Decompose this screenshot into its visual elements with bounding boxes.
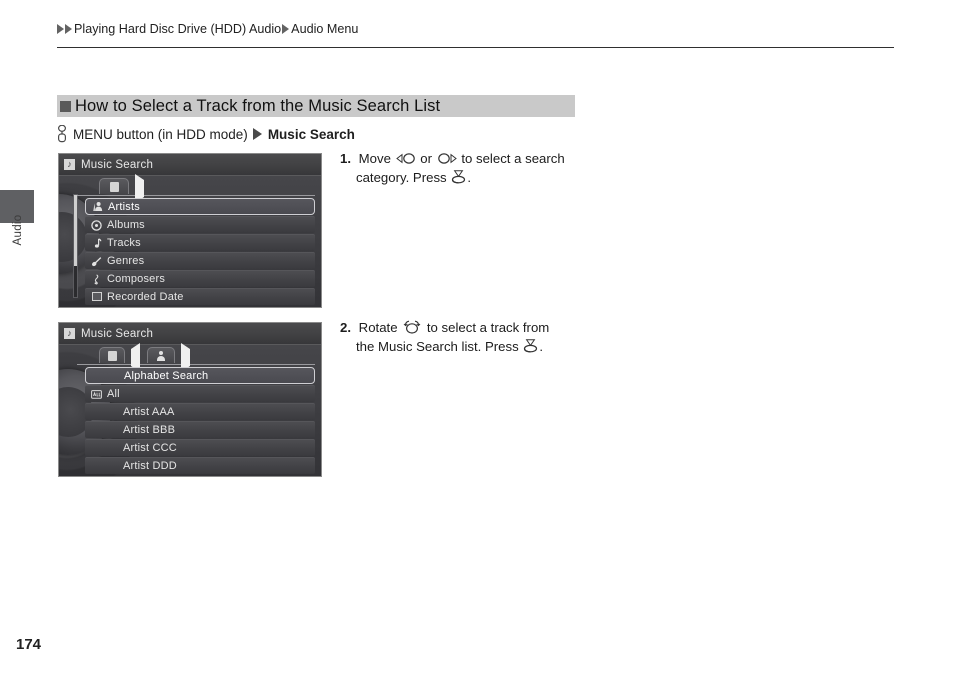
music-note-icon: ♪ [64, 159, 75, 170]
list-item[interactable]: Tracks [85, 234, 315, 251]
breadcrumb-item-1: Audio Menu [291, 22, 359, 36]
list-item-label: Artist AAA [123, 406, 175, 418]
list-item-label: Composers [107, 273, 166, 285]
list-item-label: Artists [108, 200, 140, 213]
enter-knob-icon [524, 339, 538, 353]
tab-artists[interactable] [147, 347, 175, 363]
list-item[interactable]: Recorded Date [85, 288, 315, 305]
all-icon [91, 389, 102, 400]
scrollbar[interactable] [73, 194, 78, 298]
list-item-label: Alphabet Search [124, 369, 209, 382]
section-heading-bar: How to Select a Track from the Music Sea… [57, 95, 575, 117]
music-note-icon [91, 237, 102, 249]
list-item[interactable]: Genres [85, 252, 315, 269]
step-text: to select a search [461, 151, 565, 166]
list-item[interactable]: All [85, 385, 315, 402]
list-item[interactable]: Composers [85, 270, 315, 287]
arrow-right-icon[interactable] [135, 174, 144, 203]
breadcrumb-item-0: Playing Hard Disc Drive (HDD) Audio [74, 22, 282, 36]
list-item[interactable]: Artist DDD [85, 457, 315, 474]
menu-button-icon [57, 125, 67, 143]
list-item-label: Artist BBB [123, 424, 176, 436]
list-item[interactable]: Artists [85, 198, 315, 215]
step-text: . [467, 170, 471, 185]
chevron-right-icon [282, 24, 290, 34]
list-item[interactable]: Albums [85, 216, 315, 233]
list-item-label: Recorded Date [107, 291, 184, 303]
instruction-step-1: 1. Move or to select a search category. … [340, 149, 590, 187]
clef-icon [91, 273, 102, 285]
page-title: How to Select a Track from the Music Sea… [75, 96, 441, 115]
list-item-label: Tracks [107, 237, 141, 249]
screen-titlebar: ♪ Music Search [59, 154, 321, 176]
left-joystick-icon [395, 153, 415, 164]
list-item-label: Artist DDD [123, 460, 177, 472]
list-item[interactable]: Alphabet Search [85, 367, 315, 384]
step-text: or [420, 151, 432, 166]
list-categories: Artists Albums Tracks Genres Composers R… [85, 198, 315, 306]
source-icon [107, 350, 117, 361]
nav-path: MENU button (in HDD mode) Music Search [56, 124, 355, 144]
screen-tabstrip [77, 343, 315, 372]
album-disc-icon [91, 219, 102, 231]
enter-knob-icon [452, 170, 466, 184]
screen-titlebar: ♪ Music Search [59, 323, 321, 345]
instruction-step-2: 2. Rotate to select a track from the Mus… [340, 318, 590, 356]
right-joystick-icon [437, 153, 457, 164]
page-number: 174 [16, 636, 42, 653]
side-tab-label: Audio [12, 214, 24, 246]
step-text: the Music Search list. Press [356, 339, 519, 354]
step-text: category. Press [356, 170, 447, 185]
square-bullet-icon [60, 100, 71, 112]
arrow-left-icon[interactable] [131, 343, 140, 372]
nav-path-button-label: MENU button (in HDD mode) [73, 126, 248, 142]
step-number: 1. [340, 151, 351, 166]
screen-body: Alphabet Search All Artist AAA Artist BB… [59, 343, 321, 476]
blank-icon [91, 425, 102, 436]
blank-icon [91, 443, 102, 454]
list-item-label: Artist CCC [123, 442, 177, 454]
chevron-right-icon [65, 24, 72, 34]
chevron-right-icon [57, 24, 64, 34]
artist-icon [156, 350, 166, 361]
screen-tabstrip [77, 174, 315, 203]
blank-icon [92, 370, 103, 381]
screen-body: Artists Albums Tracks Genres Composers R… [59, 174, 321, 307]
screen-title: Music Search [81, 327, 154, 340]
artist-icon [92, 201, 103, 212]
list-item[interactable]: Artist BBB [85, 421, 315, 438]
source-icon [109, 181, 119, 192]
navi-screenshot-artist-list: ♪ Music Search Alphabet Search All Artis… [58, 322, 322, 477]
nav-path-target: Music Search [267, 126, 355, 142]
list-item-label: Albums [107, 219, 145, 231]
calendar-icon [91, 291, 102, 303]
arrow-right-icon [252, 128, 262, 140]
list-item[interactable]: Artist CCC [85, 439, 315, 456]
rotate-knob-icon [403, 320, 421, 334]
navi-screenshot-music-search-categories: ♪ Music Search Artists Albums Tracks Gen… [58, 153, 322, 308]
step-text: to select a track from [426, 320, 550, 335]
blank-icon [91, 461, 102, 472]
screen-title: Music Search [81, 158, 154, 171]
list-artists: Alphabet Search All Artist AAA Artist BB… [85, 367, 315, 475]
list-item-label: Genres [107, 255, 145, 267]
step-number: 2. [340, 320, 351, 335]
tab-source[interactable] [99, 178, 129, 194]
list-item[interactable]: Artist AAA [85, 403, 315, 420]
step-text: Move [358, 151, 391, 166]
tab-source[interactable] [99, 347, 125, 363]
breadcrumb: Playing Hard Disc Drive (HDD) Audio Audi… [57, 20, 358, 38]
music-note-icon: ♪ [64, 328, 75, 339]
arrow-right-icon[interactable] [181, 343, 190, 372]
step-text: Rotate [358, 320, 398, 335]
list-item-label: All [107, 388, 120, 400]
header-divider [57, 47, 894, 48]
scrollbar-thumb[interactable] [74, 195, 77, 267]
step-text: . [539, 339, 544, 354]
blank-icon [91, 407, 102, 418]
guitar-icon [91, 256, 102, 267]
